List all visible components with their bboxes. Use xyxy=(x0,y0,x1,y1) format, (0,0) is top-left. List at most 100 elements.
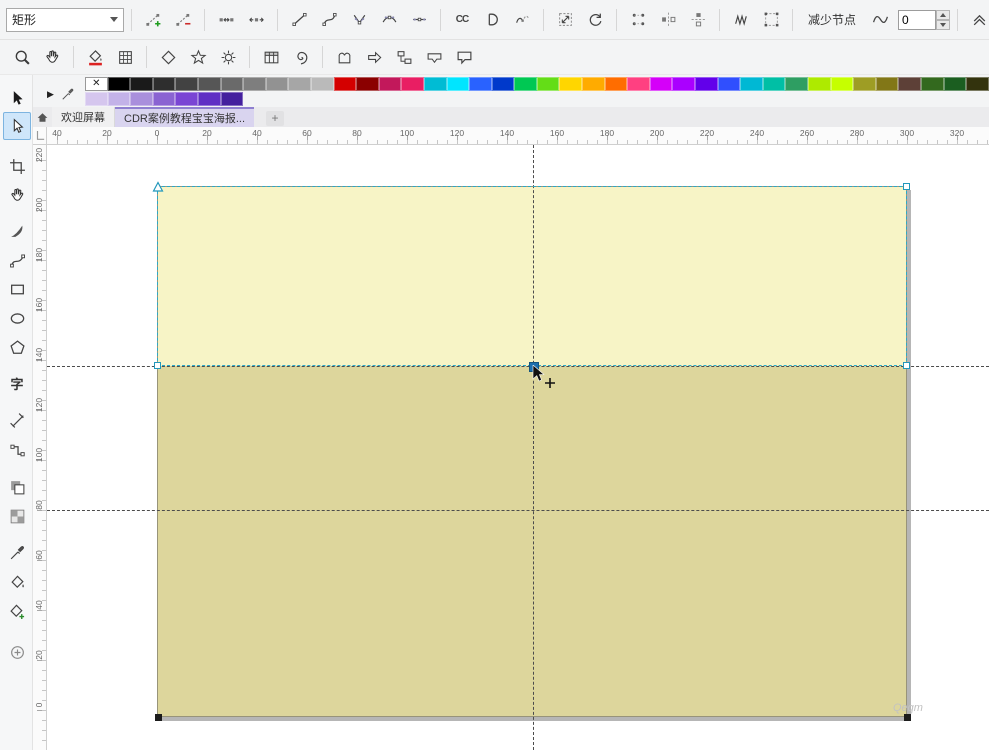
join-nodes-button[interactable] xyxy=(212,6,240,34)
color-swatch[interactable] xyxy=(107,77,131,91)
arrow-shapes-button[interactable] xyxy=(360,43,388,71)
color-swatch[interactable] xyxy=(175,77,198,91)
select-all-nodes-button[interactable] xyxy=(757,6,785,34)
eyedropper-tool[interactable] xyxy=(3,538,31,566)
color-swatch[interactable] xyxy=(740,77,763,91)
color-swatch[interactable] xyxy=(401,77,424,91)
color-swatch[interactable] xyxy=(288,77,311,91)
color-swatch[interactable] xyxy=(175,92,198,106)
zoom-button[interactable] xyxy=(8,43,36,71)
color-swatch[interactable] xyxy=(514,77,537,91)
color-swatch[interactable] xyxy=(830,77,854,91)
color-swatch[interactable] xyxy=(491,77,515,91)
color-swatch[interactable] xyxy=(265,77,289,91)
connector-tool[interactable] xyxy=(3,436,31,464)
color-swatch[interactable] xyxy=(762,77,786,91)
new-tab-button[interactable]: + xyxy=(266,110,284,126)
horizontal-guideline-2[interactable] xyxy=(47,510,989,511)
common-shapes-button[interactable] xyxy=(330,43,358,71)
color-swatch[interactable] xyxy=(378,77,402,91)
color-swatch[interactable] xyxy=(695,77,718,91)
color-swatch[interactable] xyxy=(446,77,470,91)
color-swatch[interactable] xyxy=(649,77,673,91)
spin-up-button[interactable] xyxy=(936,9,951,20)
color-swatch[interactable] xyxy=(310,77,334,91)
gear-shapes-button[interactable] xyxy=(214,43,242,71)
color-swatch[interactable] xyxy=(920,77,944,91)
shape-tool[interactable] xyxy=(3,112,31,140)
color-swatch[interactable] xyxy=(333,77,357,91)
pan-button[interactable] xyxy=(38,43,66,71)
color-swatch[interactable] xyxy=(356,77,379,91)
smart-fill-tool[interactable] xyxy=(3,597,31,625)
pick-tool[interactable] xyxy=(3,84,31,112)
elastic-mode-button[interactable] xyxy=(727,6,755,34)
color-swatch[interactable] xyxy=(152,77,176,91)
color-swatch[interactable] xyxy=(197,77,221,91)
color-swatch[interactable] xyxy=(966,77,989,91)
color-swatch[interactable] xyxy=(220,92,244,106)
color-swatch[interactable] xyxy=(469,77,492,91)
drawing-canvas[interactable]: Qeqm xyxy=(47,145,989,750)
delete-node-button[interactable] xyxy=(169,6,197,34)
pan-tool[interactable] xyxy=(3,181,31,209)
color-swatch[interactable] xyxy=(130,77,153,91)
color-swatch[interactable] xyxy=(243,77,266,91)
selected-node[interactable] xyxy=(529,362,539,372)
palette-flyout-arrow[interactable]: ▶ xyxy=(47,90,54,99)
smooth-node-button[interactable] xyxy=(375,6,403,34)
color-swatch[interactable] xyxy=(875,77,899,91)
reflect-vertical-button[interactable] xyxy=(684,6,712,34)
start-node-triangle[interactable] xyxy=(152,181,164,193)
color-swatch[interactable] xyxy=(582,77,605,91)
tab-document[interactable]: CDR案例教程宝宝海报... xyxy=(115,107,254,127)
spiral-button[interactable] xyxy=(287,43,315,71)
break-node-button[interactable] xyxy=(242,6,270,34)
symmetric-node-button[interactable] xyxy=(405,6,433,34)
v-ruler[interactable]: 220 200 180 160 140 120 100 80 60 40 20 0 xyxy=(33,145,47,750)
color-swatch[interactable] xyxy=(85,92,108,106)
transparency-tool[interactable] xyxy=(3,502,31,530)
color-swatch[interactable] xyxy=(627,77,650,91)
h-ruler[interactable]: 40 20 0 20 40 60 80 100 120 140 160 180 200 220 240 260… xyxy=(47,127,989,145)
color-swatch[interactable] xyxy=(152,92,176,106)
table-button[interactable] xyxy=(257,43,285,71)
corner-node-bottom-left[interactable] xyxy=(154,362,161,369)
rotate-nodes-button[interactable] xyxy=(581,6,609,34)
color-swatch[interactable] xyxy=(130,92,153,106)
stretch-nodes-button[interactable] xyxy=(551,6,579,34)
star-shapes-button[interactable] xyxy=(184,43,212,71)
cusp-node-button[interactable] xyxy=(345,6,373,34)
flowchart-shapes-button[interactable] xyxy=(390,43,418,71)
callout-shapes-button[interactable] xyxy=(450,43,478,71)
basic-shapes-button[interactable] xyxy=(154,43,182,71)
tab-welcome-screen[interactable]: 欢迎屏幕 xyxy=(52,107,115,127)
color-swatch[interactable] xyxy=(808,77,831,91)
curve-smoothness-button[interactable] xyxy=(866,6,894,34)
no-color-swatch[interactable]: ✕ xyxy=(85,77,108,91)
close-curve-button[interactable] xyxy=(478,6,506,34)
banner-shapes-button[interactable] xyxy=(420,43,448,71)
crop-tool[interactable] xyxy=(3,152,31,180)
color-swatch[interactable] xyxy=(220,77,244,91)
color-swatch[interactable] xyxy=(672,77,696,91)
polygon-tool[interactable] xyxy=(3,333,31,361)
graph-paper-button[interactable] xyxy=(111,43,139,71)
fill-color-button[interactable] xyxy=(81,43,109,71)
interactive-fill-tool[interactable] xyxy=(3,568,31,596)
corner-node-top-right[interactable] xyxy=(903,183,910,190)
color-swatch[interactable] xyxy=(604,77,628,91)
horizontal-guideline-1[interactable] xyxy=(47,366,989,367)
more-tools-button[interactable] xyxy=(3,638,31,666)
color-swatch[interactable] xyxy=(717,77,741,91)
curve-chevrons-button[interactable] xyxy=(965,6,989,34)
text-tool[interactable]: 字 xyxy=(3,370,31,398)
color-swatch[interactable] xyxy=(423,77,447,91)
color-swatch[interactable] xyxy=(943,77,967,91)
page-corner-node-bottom-left[interactable] xyxy=(155,714,162,721)
color-swatch[interactable] xyxy=(785,77,808,91)
ellipse-tool[interactable] xyxy=(3,304,31,332)
eyedropper-icon[interactable] xyxy=(61,87,75,101)
color-swatch[interactable] xyxy=(559,77,583,91)
align-nodes-button[interactable] xyxy=(624,6,652,34)
